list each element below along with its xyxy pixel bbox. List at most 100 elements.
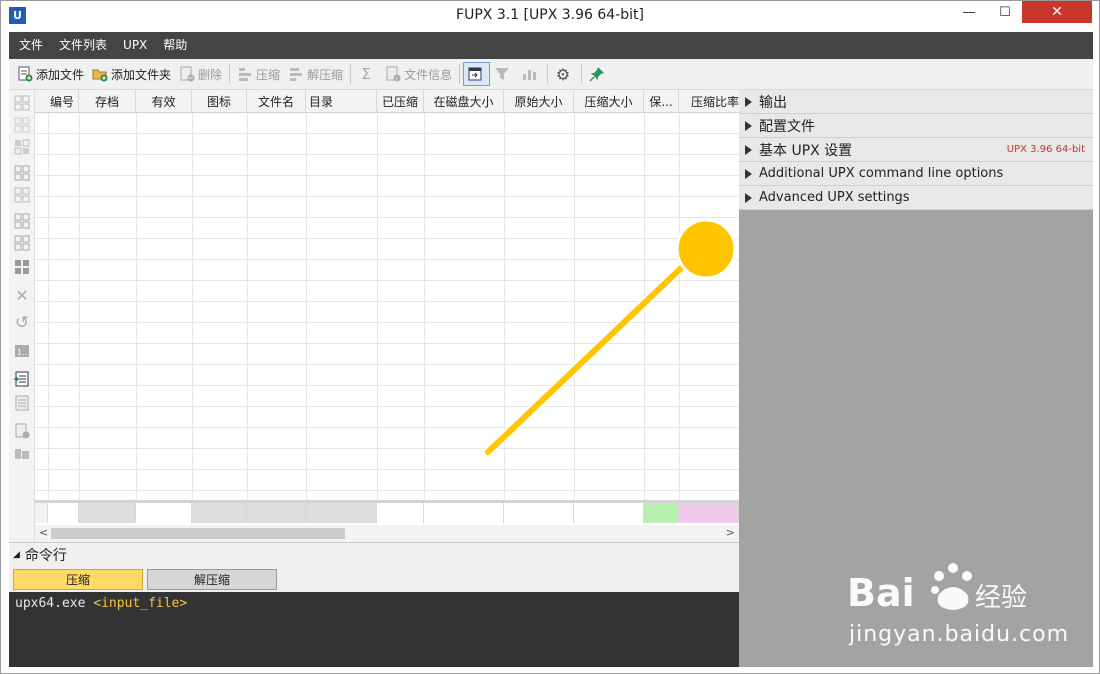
title-bar: U FUPX 3.1 [UPX 3.96 64-bit] — ☐ ✕ — [1, 1, 1099, 32]
uncheck-all-icon[interactable] — [13, 186, 31, 204]
delete-button[interactable]: 删除 — [175, 62, 226, 86]
collapse-icon[interactable]: ◢ — [13, 550, 20, 560]
menu-help[interactable]: 帮助 — [155, 32, 195, 59]
tab-decompress[interactable]: 解压缩 — [147, 569, 277, 590]
file-info-button[interactable]: i 文件信息 — [381, 62, 456, 86]
summary-cell — [424, 503, 504, 523]
section-output-label: 输出 — [759, 94, 787, 111]
table-row[interactable] — [35, 449, 739, 470]
settings-button[interactable]: ⚙ — [551, 62, 578, 86]
column-icon[interactable]: 图标 — [192, 90, 247, 113]
grid-filled-icon[interactable] — [13, 258, 31, 276]
table-row[interactable] — [35, 113, 739, 134]
compress-button[interactable]: 压缩 — [233, 62, 284, 86]
decompress-button[interactable]: 解压缩 — [284, 62, 347, 86]
grid-view-icon[interactable] — [13, 212, 31, 230]
section-profile[interactable]: 配置文件 — [739, 114, 1093, 138]
grid-line — [48, 113, 49, 503]
select-all-icon[interactable] — [13, 94, 31, 112]
section-advanced-settings[interactable]: Advanced UPX settings — [739, 186, 1093, 210]
table-row[interactable] — [35, 470, 739, 491]
column-preserve[interactable]: 保... — [644, 90, 679, 113]
grid-line — [377, 113, 378, 503]
summary-cell — [644, 503, 679, 523]
table-row[interactable] — [35, 344, 739, 365]
table-row[interactable] — [35, 365, 739, 386]
file-grid[interactable]: 编号 存档 有效 图标 文件名 目录 已压缩 在磁盘大小 原始大小 压缩大小 保… — [35, 90, 739, 542]
pin-button[interactable] — [585, 62, 612, 86]
sum-button[interactable]: Σ — [354, 62, 381, 86]
section-basic-upx-label: 基本 UPX 设置 — [759, 142, 853, 159]
table-row[interactable] — [35, 386, 739, 407]
menu-file[interactable]: 文件 — [11, 32, 51, 59]
summary-cell — [574, 503, 644, 523]
left-tool-strip: ✕ ↺ 1.. — [9, 90, 35, 542]
grid-line — [644, 113, 645, 503]
filter-button[interactable] — [490, 62, 517, 86]
tab-compress[interactable]: 压缩 — [13, 569, 143, 590]
column-directory[interactable]: 目录 — [306, 90, 377, 113]
column-original-size[interactable]: 原始大小 — [504, 90, 574, 113]
summary-cell — [504, 503, 574, 523]
table-row[interactable] — [35, 218, 739, 239]
table-row[interactable] — [35, 302, 739, 323]
check-all-icon[interactable] — [13, 164, 31, 182]
number-icon[interactable]: 1.. — [13, 342, 31, 360]
minimize-button[interactable]: — — [954, 1, 984, 23]
maximize-button[interactable]: ☐ — [990, 1, 1020, 23]
section-additional-options[interactable]: Additional UPX command line options — [739, 162, 1093, 186]
column-valid[interactable]: 有效 — [136, 90, 192, 113]
close-button[interactable]: ✕ — [1022, 1, 1092, 23]
scroll-left-icon[interactable]: < — [39, 526, 48, 539]
menu-upx[interactable]: UPX — [115, 32, 155, 59]
table-row[interactable] — [35, 323, 739, 344]
table-row[interactable] — [35, 260, 739, 281]
refresh-icon[interactable]: ↺ — [13, 313, 31, 333]
remove-icon[interactable]: ✕ — [13, 286, 31, 305]
grid-view-alt-icon[interactable] — [13, 234, 31, 252]
table-row[interactable] — [35, 197, 739, 218]
table-row[interactable] — [35, 281, 739, 302]
column-disk-size[interactable]: 在磁盘大小 — [424, 90, 504, 113]
table-row[interactable] — [35, 239, 739, 260]
export-list-icon[interactable] — [13, 370, 31, 388]
section-basic-upx[interactable]: 基本 UPX 设置 UPX 3.96 64-bit — [739, 138, 1093, 162]
invert-selection-icon[interactable] — [13, 138, 31, 156]
menu-file-list[interactable]: 文件列表 — [51, 32, 115, 59]
compress-label: 压缩 — [256, 67, 281, 82]
grid-summary-row — [35, 500, 739, 523]
file-info-side-icon[interactable] — [13, 422, 31, 440]
archive-icon[interactable] — [13, 444, 31, 462]
table-row[interactable] — [35, 407, 739, 428]
list-details-icon[interactable] — [13, 394, 31, 412]
column-ratio[interactable]: 压缩比率 — [679, 90, 739, 113]
bar-chart-icon — [521, 66, 537, 82]
toolbar: 添加文件 添加文件夹 删除 压缩 解压缩 Σ i 文件信息 ⚙ — [9, 59, 1093, 90]
table-row[interactable] — [35, 134, 739, 155]
summary-cell — [679, 503, 739, 523]
column-archive[interactable]: 存档 — [79, 90, 136, 113]
grid-line — [574, 113, 575, 503]
add-folder-label: 添加文件夹 — [111, 67, 172, 82]
column-compressed[interactable]: 已压缩 — [377, 90, 424, 113]
table-row[interactable] — [35, 155, 739, 176]
scroll-thumb[interactable] — [51, 528, 345, 539]
add-file-icon — [17, 66, 33, 82]
grid-line — [679, 113, 680, 503]
select-none-icon[interactable] — [13, 116, 31, 134]
command-output[interactable]: upx64.exe <input_file> — [9, 592, 739, 667]
add-file-button[interactable]: 添加文件 — [13, 62, 88, 86]
column-index[interactable]: 编号 — [35, 90, 79, 113]
table-row[interactable] — [35, 176, 739, 197]
section-output[interactable]: 输出 — [739, 90, 1093, 114]
column-filename[interactable]: 文件名 — [247, 90, 306, 113]
scroll-right-icon[interactable]: > — [726, 526, 735, 539]
table-row[interactable] — [35, 428, 739, 449]
command-line-header[interactable]: ◢ 命令行 — [9, 542, 739, 566]
stats-button[interactable] — [517, 62, 544, 86]
column-compressed-size[interactable]: 压缩大小 — [574, 90, 644, 113]
export-button[interactable] — [463, 62, 491, 86]
horizontal-scrollbar[interactable]: < > — [35, 525, 739, 542]
add-folder-button[interactable]: 添加文件夹 — [88, 62, 175, 86]
command-tabs: 压缩 解压缩 — [9, 566, 739, 592]
